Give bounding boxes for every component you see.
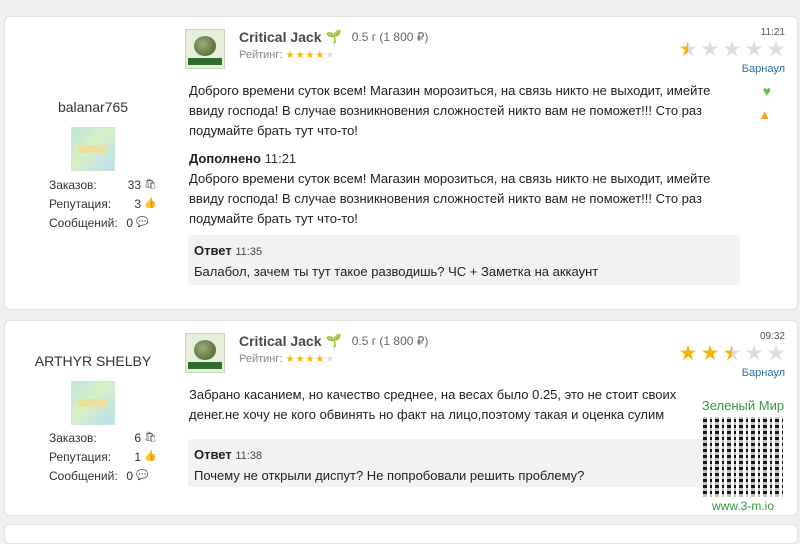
bag-icon: 🛍 (144, 179, 157, 190)
review-score-stars: ★ ★ ★ ★ ★ (677, 343, 787, 365)
product-header: Critical Jack 🌱 0.5 г (1 800 ₽) Рейтинг:… (185, 29, 428, 69)
star-icon: ★ (766, 342, 786, 365)
reply-text: Балабол, зачем ты тут такое разводишь? Ч… (194, 264, 599, 279)
reply-time: 11:35 (235, 246, 263, 258)
addition-text: Доброго времени суток всем! Магазин моро… (189, 171, 711, 226)
user-block: ARTHYR SHELBY (5, 353, 181, 425)
stat-reputation: Репутация: 1 👍 (49, 449, 157, 464)
heart-icon[interactable]: ♥ (763, 83, 771, 99)
review-card: ARTHYR SHELBY Заказов: 6 🛍 Репутация: 1 … (4, 320, 798, 516)
product-image[interactable] (185, 333, 225, 373)
watermark: Зеленый Мир www.3-m.io (694, 398, 792, 513)
thumbs-up-icon: 👍 (144, 198, 157, 209)
username[interactable]: ARTHYR SHELBY (5, 353, 181, 369)
thumbs-up-icon: 👍 (144, 451, 157, 462)
product-qty: 0.5 г (1 800 ₽) (351, 30, 429, 44)
review-card-partial (4, 524, 798, 544)
city-label: Барнаул (741, 63, 785, 75)
product-rating: Рейтинг: ★★★★★ (239, 353, 336, 365)
username[interactable]: balanar765 (5, 99, 181, 115)
review-time: 09:32 (759, 331, 785, 342)
avatar[interactable] (71, 381, 115, 425)
product-rating: Рейтинг: ★★★★★ (239, 49, 336, 61)
star-icon: ★ (722, 342, 742, 365)
addition-label: Дополнено (189, 151, 261, 166)
rating-stars-small: ★★★★ (285, 50, 326, 61)
product-name[interactable]: Critical Jack (239, 29, 322, 45)
product-qty: 0.5 г (1 800 ₽) (351, 334, 429, 348)
review-card: balanar765 Заказов: 33 🛍 Репутация: 3 👍 … (4, 16, 798, 310)
city-label: Барнаул (741, 367, 785, 379)
speech-bubble-icon: 💬 (136, 470, 149, 481)
reply-label: Ответ (194, 447, 232, 462)
watermark-url: www.3-m.io (711, 499, 774, 513)
stat-reputation: Репутация: 3 👍 (49, 196, 157, 211)
user-block: balanar765 (5, 99, 181, 171)
addition-time: 11:21 (264, 151, 297, 166)
star-icon: ★ (700, 38, 720, 61)
product-name[interactable]: Critical Jack (239, 333, 322, 349)
product-header: Critical Jack 🌱 0.5 г (1 800 ₽) Рейтинг:… (185, 333, 428, 373)
review-score-stars: ★ ★ ★ ★ ★ (677, 39, 787, 61)
qr-code-icon (703, 417, 783, 497)
review-addition: Дополнено 11:21 Доброго времени суток вс… (189, 149, 729, 229)
stat-messages: Сообщений: 0 💬 (49, 468, 149, 483)
sprout-icon: 🌱 (325, 333, 342, 348)
stat-orders: Заказов: 33 🛍 (49, 177, 157, 192)
review-time: 11:21 (760, 27, 785, 38)
star-icon: ★ (744, 342, 764, 365)
bag-icon: 🛍 (144, 432, 157, 443)
star-icon: ★ (744, 38, 764, 61)
sprout-icon: 🌱 (325, 29, 342, 44)
star-icon: ★ (766, 38, 786, 61)
product-image[interactable] (185, 29, 225, 69)
stat-messages: Сообщений: 0 💬 (49, 215, 149, 230)
review-text: Доброго времени суток всем! Магазин моро… (189, 83, 711, 138)
user-stats: Заказов: 6 🛍 Репутация: 1 👍 Сообщений: 0… (49, 428, 157, 485)
seller-reply: Ответ 11:35 Балабол, зачем ты тут такое … (188, 235, 740, 285)
seller-reply: Ответ 11:38 Почему не открыли диспут? Не… (188, 439, 740, 487)
avatar[interactable] (71, 127, 115, 171)
reply-label: Ответ (194, 243, 232, 258)
star-icon: ★ (700, 342, 720, 365)
speech-bubble-icon: 💬 (136, 217, 149, 228)
watermark-title: Зеленый Мир (701, 398, 785, 413)
reply-time: 11:38 (235, 450, 263, 462)
reply-text: Почему не открыли диспут? Не попробовали… (194, 468, 585, 483)
review-text: Забрано касанием, но качество среднее, н… (189, 387, 677, 422)
star-icon: ★ (722, 38, 742, 61)
user-stats: Заказов: 33 🛍 Репутация: 3 👍 Сообщений: … (49, 175, 157, 232)
rating-stars-small: ★★★★ (285, 354, 326, 365)
star-icon: ★ (678, 342, 698, 365)
warning-icon[interactable]: ▲ (758, 107, 771, 122)
stat-orders: Заказов: 6 🛍 (49, 430, 157, 445)
star-icon: ★ (678, 38, 698, 61)
